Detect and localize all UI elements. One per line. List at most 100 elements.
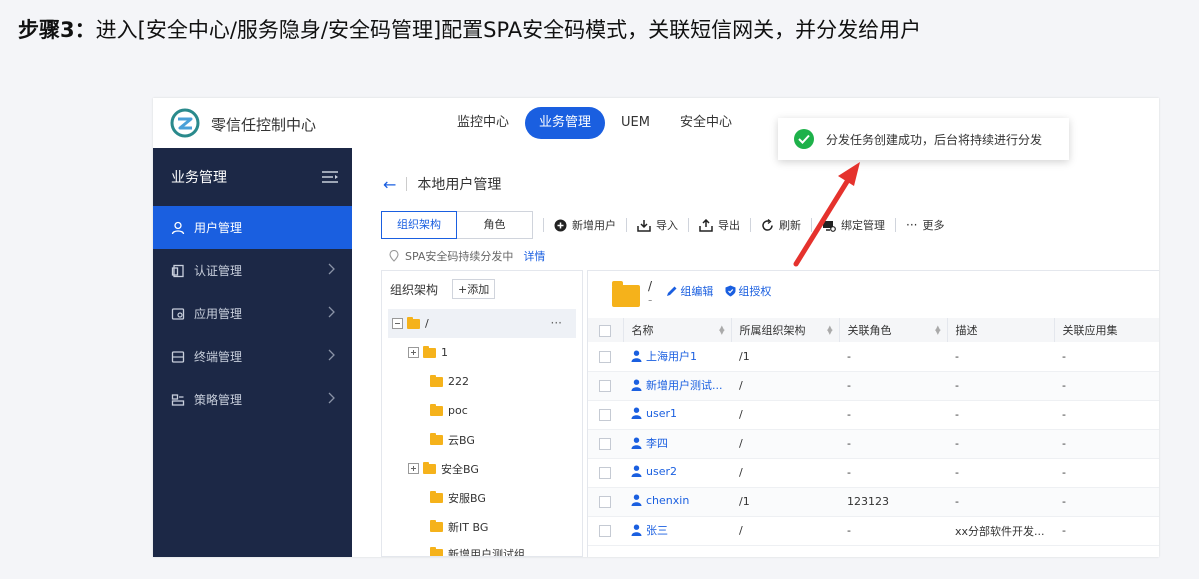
tab-role[interactable]: 角色 [457, 211, 533, 239]
nav-uem[interactable]: UEM [607, 107, 664, 139]
select-all-checkbox[interactable] [599, 324, 611, 337]
logo-icon [170, 108, 200, 138]
row-checkbox[interactable] [599, 438, 611, 450]
more-dots-icon[interactable]: ··· [551, 316, 562, 330]
apps-cell: - [1054, 516, 1159, 546]
role-cell: - [839, 429, 947, 459]
more-button[interactable]: ··· 更多 [906, 217, 944, 233]
table-row[interactable]: 张三 / - xx分部软件开发... - [588, 516, 1159, 546]
table-row[interactable]: 李四 / - - - [588, 429, 1159, 459]
pencil-icon [667, 286, 677, 296]
tab-org-structure[interactable]: 组织架构 [381, 211, 457, 239]
refresh-icon [761, 218, 774, 232]
user-name-cell: user1 [623, 400, 731, 430]
org-cell: / [731, 400, 839, 430]
spa-status-notice: SPA安全码持续分发中 详情 [389, 248, 545, 264]
tree-node[interactable]: 安全BG [408, 454, 479, 483]
add-user-button[interactable]: 新增用户 [554, 217, 616, 233]
user-icon [631, 379, 642, 394]
apps-cell: - [1054, 429, 1159, 459]
row-checkbox[interactable] [599, 525, 611, 537]
role-cell: - [839, 371, 947, 401]
sidebar-item-app-management[interactable]: 应用管理 [153, 292, 352, 335]
tree-node[interactable]: poc [430, 396, 468, 425]
nav-security-center[interactable]: 安全中心 [666, 107, 746, 139]
table-row[interactable]: user2/- - - [588, 458, 1159, 488]
user-name-link[interactable]: user2 [646, 465, 677, 478]
user-name-link[interactable]: 张三 [646, 524, 668, 537]
collapse-icon[interactable] [392, 318, 403, 329]
row-select-cell [588, 516, 623, 546]
group-path-value: / [648, 279, 653, 293]
desc-cell: - [947, 458, 1054, 488]
collapse-menu-icon[interactable] [322, 171, 338, 183]
desc-cell: - [947, 487, 1054, 517]
column-header-role[interactable]: 关联角色 ▲ ▼ [839, 318, 948, 342]
user-name-link[interactable]: 上海用户1 [646, 350, 697, 363]
tree-node-label: 1 [441, 346, 448, 359]
table-row[interactable]: chenxin/1 123123- - [588, 487, 1159, 517]
sidebar-item-policy-management[interactable]: 策略管理 [153, 378, 352, 421]
sidebar-item-user-management[interactable]: 用户管理 [153, 206, 352, 249]
row-checkbox[interactable] [599, 467, 611, 479]
sidebar-item-auth-management[interactable]: 认证管理 [153, 249, 352, 292]
sort-icon[interactable]: ▲ ▼ [935, 325, 940, 336]
expand-icon[interactable] [408, 463, 419, 474]
sort-icon[interactable]: ▲ ▼ [719, 325, 724, 336]
toolbar-divider [750, 218, 751, 232]
user-list-panel: / - 组编辑 组授权 名称 ▲ ▼ 所属组织架构 ▲ ▼ 关联角色 ▲ ▼ 描… [587, 270, 1159, 557]
import-button[interactable]: 导入 [637, 217, 678, 233]
row-checkbox[interactable] [599, 496, 611, 508]
tree-node[interactable]: 新增用户测试组 [430, 539, 525, 557]
user-name-link[interactable]: chenxin [646, 494, 689, 507]
user-name-link[interactable]: 李四 [646, 437, 668, 450]
role-cell: - [839, 400, 947, 430]
sidebar-item-terminal-management[interactable]: 终端管理 [153, 335, 352, 378]
user-name-cell: 张三 [623, 516, 731, 546]
row-checkbox[interactable] [599, 409, 611, 421]
tree-node[interactable]: 云BG [430, 425, 475, 454]
chevron-right-icon [328, 392, 335, 404]
more-dots-icon: ··· [906, 218, 918, 232]
toolbar-divider [895, 218, 896, 232]
tree-node-label: / [425, 317, 429, 330]
row-select-cell [588, 487, 623, 517]
page-title: 本地用户管理 [417, 177, 502, 193]
nav-business-management[interactable]: 业务管理 [525, 107, 606, 139]
column-header-org[interactable]: 所属组织架构 ▲ ▼ [731, 318, 840, 342]
tree-node[interactable]: 新IT BG [430, 512, 488, 541]
table-row[interactable]: 上海用户1/1- - - [588, 342, 1159, 372]
user-name-link[interactable]: user1 [646, 407, 677, 420]
folder-icon [423, 461, 436, 474]
tree-node[interactable]: 安服BG [430, 483, 486, 512]
nav-monitor-center[interactable]: 监控中心 [443, 107, 523, 139]
user-name-link[interactable]: 新增用户测试... [646, 379, 723, 392]
column-header-label: 描述 [955, 324, 978, 337]
plus-circle-icon [554, 219, 567, 232]
row-checkbox[interactable] [599, 380, 611, 392]
notice-detail-link[interactable]: 详情 [523, 248, 545, 264]
group-auth-button[interactable]: 组授权 [725, 283, 771, 299]
role-cell: - [839, 516, 947, 546]
group-bar: / - 组编辑 组授权 [612, 279, 771, 307]
toolbar-divider [543, 218, 544, 232]
sort-icon[interactable]: ▲ ▼ [827, 325, 832, 336]
column-header-name[interactable]: 名称 ▲ ▼ [623, 318, 732, 342]
apps-cell: - [1054, 458, 1159, 488]
tree-title: 组织架构 [390, 282, 439, 297]
tree-node[interactable]: 222 [430, 367, 469, 396]
tree-node-label: 222 [448, 375, 469, 388]
export-button[interactable]: 导出 [699, 217, 740, 233]
tree-node-label: 新增用户测试组 [448, 547, 525, 557]
tree-node[interactable]: 1 [408, 338, 448, 367]
expand-icon[interactable] [408, 347, 419, 358]
row-checkbox[interactable] [599, 350, 611, 363]
desc-cell: - [947, 371, 1054, 401]
table-row[interactable]: 新增用户测试... / - - - [588, 371, 1159, 401]
tree-node-root[interactable]: / ··· [388, 309, 576, 338]
group-edit-button[interactable]: 组编辑 [666, 283, 713, 299]
table-row[interactable]: user1/- - - [588, 400, 1159, 430]
add-org-button[interactable]: +添加 [452, 279, 496, 299]
terminal-icon [171, 350, 185, 364]
back-arrow-icon[interactable]: ← [383, 175, 396, 194]
